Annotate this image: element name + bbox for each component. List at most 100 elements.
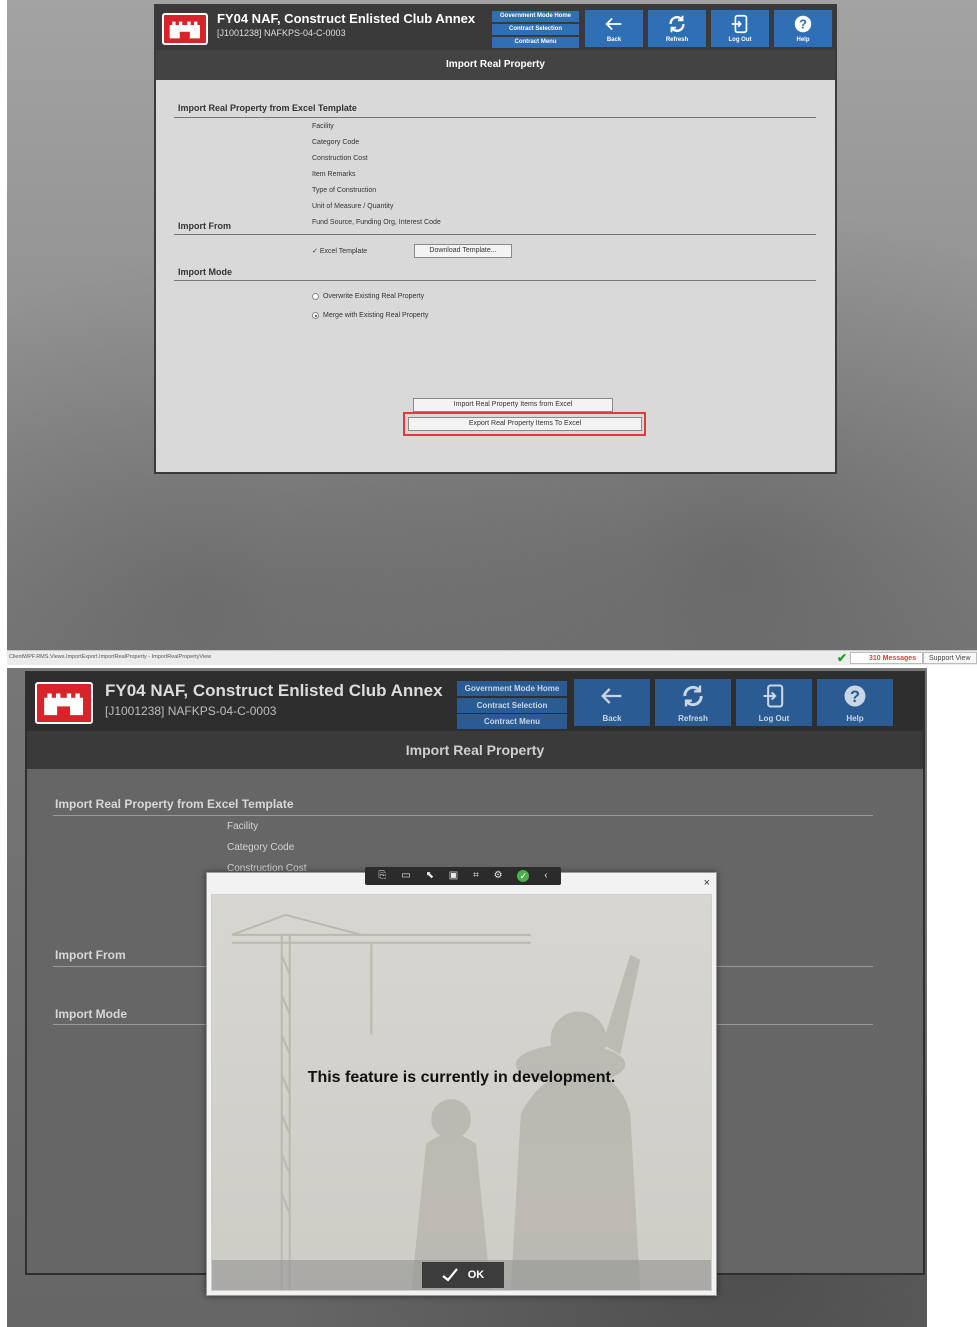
logout-icon bbox=[731, 14, 748, 34]
back-button[interactable]: Back bbox=[585, 10, 643, 47]
template-field: Item Remarks bbox=[312, 171, 356, 178]
section-import-mode: Import Mode bbox=[55, 1007, 127, 1021]
help-icon: ? bbox=[844, 685, 866, 707]
dialog-message: This feature is currently in development… bbox=[307, 1069, 616, 1086]
svg-text:?: ? bbox=[850, 688, 860, 706]
help-button[interactable]: ? Help bbox=[774, 10, 832, 47]
usace-castle-logo bbox=[35, 682, 93, 724]
checkmark-icon: ✓ bbox=[312, 248, 318, 255]
divider bbox=[53, 815, 873, 816]
back-button[interactable]: Back bbox=[574, 679, 650, 726]
import-from-excel-button[interactable]: Import Real Property Items from Excel bbox=[413, 398, 613, 412]
screenshot-import-view: FY04 NAF, Construct Enlisted Club Annex … bbox=[7, 0, 977, 665]
title-bar: FY04 NAF, Construct Enlisted Club Annex … bbox=[156, 6, 835, 50]
contract-menu-button[interactable]: Contract Menu bbox=[492, 37, 579, 48]
log-out-button[interactable]: Log Out bbox=[736, 679, 812, 726]
import-form: Import Real Property from Excel Template… bbox=[156, 80, 835, 472]
government-mode-home-button[interactable]: Government Mode Home bbox=[457, 681, 567, 696]
refresh-icon bbox=[683, 685, 703, 707]
ok-button[interactable]: OK bbox=[422, 1262, 504, 1288]
help-icon: ? bbox=[794, 15, 812, 33]
log-out-label: Log Out bbox=[758, 714, 790, 723]
frame-icon[interactable]: ▣ bbox=[449, 867, 458, 885]
radio-indicator-selected bbox=[312, 312, 319, 319]
refresh-label: Refresh bbox=[665, 37, 689, 43]
section-import-from: Import From bbox=[178, 221, 231, 231]
close-icon[interactable]: × bbox=[704, 877, 710, 889]
back-arrow-icon bbox=[601, 688, 622, 704]
back-label: Back bbox=[602, 714, 622, 723]
log-out-label: Log Out bbox=[728, 37, 752, 43]
overwrite-radio[interactable]: Overwrite Existing Real Property bbox=[312, 293, 424, 300]
title-bar: FY04 NAF, Construct Enlisted Club Annex … bbox=[27, 673, 923, 731]
log-out-button[interactable]: Log Out bbox=[711, 10, 769, 47]
excel-template-checkbox[interactable]: ✓ Excel Template bbox=[312, 247, 367, 255]
template-field: Type of Construction bbox=[312, 187, 377, 194]
section-import-mode: Import Mode bbox=[178, 267, 232, 277]
usace-castle-logo bbox=[162, 13, 208, 45]
template-field: Unit of Measure / Quantity bbox=[312, 203, 394, 210]
messages-button[interactable]: 310 Messages bbox=[850, 652, 924, 664]
project-id: [J1001238] NAFKPS-04-C-0003 bbox=[105, 704, 277, 718]
back-arrow-icon bbox=[605, 17, 622, 31]
construction-background-image bbox=[231, 913, 641, 1290]
dialog-footer: OK bbox=[212, 1260, 711, 1290]
help-button[interactable]: ? Help bbox=[817, 679, 893, 726]
pointer-icon[interactable]: ⬉ bbox=[426, 867, 434, 885]
page-title: Import Real Property bbox=[156, 50, 835, 80]
status-ok-icon: ✔ bbox=[837, 651, 848, 665]
template-field: Facility bbox=[227, 821, 259, 832]
excel-template-label: Excel Template bbox=[319, 248, 368, 255]
screenshot-dialog-view: FY04 NAF, Construct Enlisted Club Annex … bbox=[7, 668, 927, 1327]
template-field: Fund Source, Funding Org, Interest Code bbox=[312, 219, 441, 226]
ok-label: OK bbox=[467, 1269, 485, 1281]
refresh-button[interactable]: Refresh bbox=[655, 679, 731, 726]
contract-selection-button[interactable]: Contract Selection bbox=[457, 698, 567, 713]
section-import-from: Import From bbox=[55, 948, 126, 962]
view-path: ClientWPF.RMS.Views.ImportExport.ImportR… bbox=[9, 654, 212, 660]
project-title: FY04 NAF, Construct Enlisted Club Annex bbox=[217, 11, 476, 26]
record-icon[interactable]: ▭ bbox=[401, 867, 410, 885]
support-view-button[interactable]: Support View bbox=[923, 652, 977, 664]
logout-icon bbox=[763, 684, 784, 708]
page-title: Import Real Property bbox=[27, 731, 923, 769]
template-field: Facility bbox=[312, 123, 334, 130]
contract-menu-button[interactable]: Contract Menu bbox=[457, 714, 567, 729]
refresh-label: Refresh bbox=[678, 714, 708, 723]
project-title: FY04 NAF, Construct Enlisted Club Annex bbox=[105, 681, 443, 700]
download-template-button[interactable]: Download Template... bbox=[414, 244, 512, 258]
help-label: Help bbox=[796, 37, 810, 43]
development-notice-dialog: ⎘ ▭ ⬉ ▣ ⌗ ⚙ ✓ ‹ × This feature is curren… bbox=[206, 867, 717, 1296]
overwrite-label: Overwrite Existing Real Property bbox=[323, 293, 425, 300]
select-icon[interactable]: ⎘ bbox=[378, 867, 386, 885]
refresh-button[interactable]: Refresh bbox=[648, 10, 706, 47]
checkmark-icon bbox=[442, 1268, 458, 1282]
back-label: Back bbox=[606, 37, 622, 43]
app-window: FY04 NAF, Construct Enlisted Club Annex … bbox=[154, 4, 837, 474]
status-bar: ClientWPF.RMS.Views.ImportExport.ImportR… bbox=[7, 650, 977, 665]
help-label: Help bbox=[846, 714, 864, 723]
inspect-icon[interactable]: ⌗ bbox=[473, 867, 479, 885]
divider bbox=[174, 234, 816, 235]
debug-toolbar: ⎘ ▭ ⬉ ▣ ⌗ ⚙ ✓ ‹ bbox=[365, 867, 561, 885]
check-icon[interactable]: ✓ bbox=[517, 870, 530, 882]
divider bbox=[174, 280, 816, 281]
highlight-box bbox=[403, 412, 646, 436]
template-field: Category Code bbox=[312, 139, 360, 146]
refresh-icon bbox=[669, 15, 685, 33]
project-id: [J1001238] NAFKPS-04-C-0003 bbox=[217, 28, 346, 38]
merge-label: Merge with Existing Real Property bbox=[323, 312, 429, 319]
settings-icon[interactable]: ⚙ bbox=[494, 867, 503, 885]
template-field: Construction Cost bbox=[312, 155, 368, 162]
svg-text:?: ? bbox=[799, 17, 807, 32]
collapse-icon[interactable]: ‹ bbox=[544, 867, 547, 885]
contract-selection-button[interactable]: Contract Selection bbox=[492, 24, 579, 35]
merge-radio[interactable]: Merge with Existing Real Property bbox=[312, 312, 428, 319]
section-template-heading: Import Real Property from Excel Template bbox=[55, 797, 294, 811]
dialog-body: This feature is currently in development… bbox=[211, 894, 712, 1291]
section-template-heading: Import Real Property from Excel Template bbox=[178, 103, 357, 113]
radio-indicator bbox=[312, 293, 319, 300]
government-mode-home-button[interactable]: Government Mode Home bbox=[492, 11, 579, 22]
divider bbox=[174, 117, 816, 118]
template-field: Category Code bbox=[227, 842, 295, 853]
